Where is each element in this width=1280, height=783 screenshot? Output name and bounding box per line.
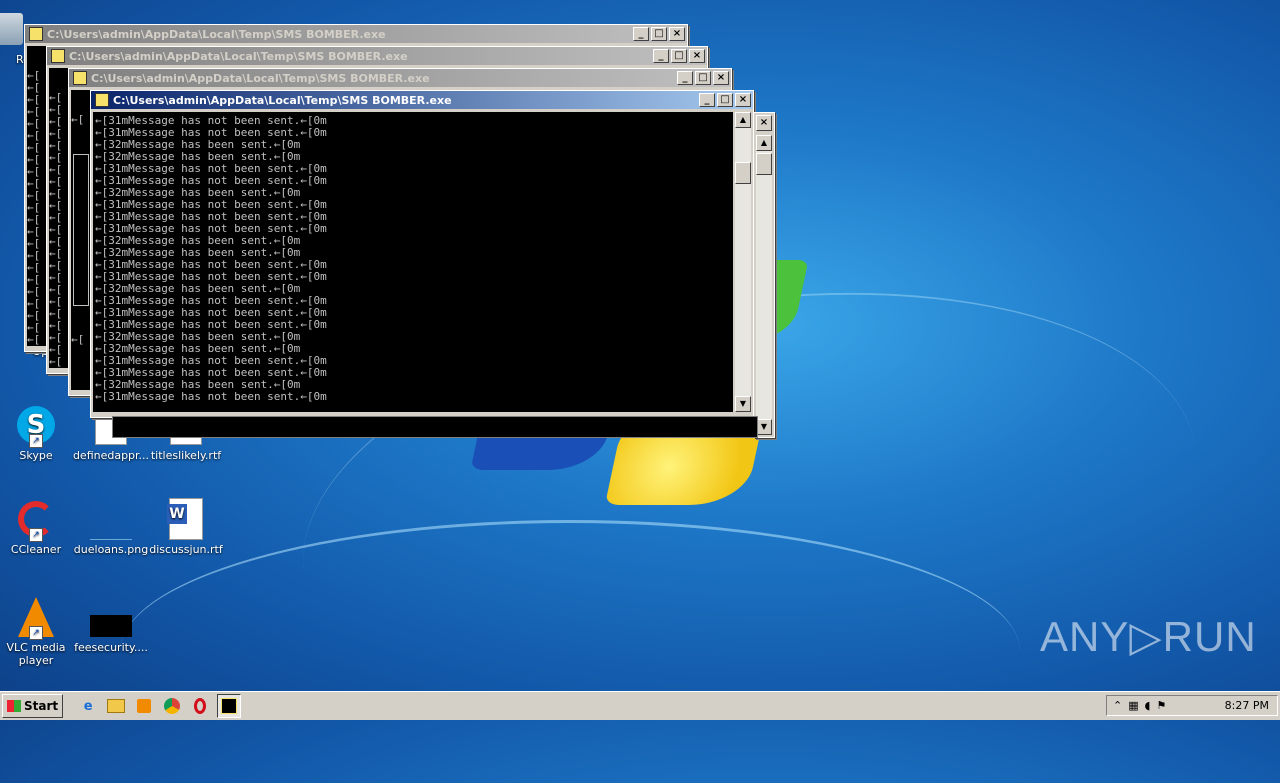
vlc-icon: ↗ [15, 596, 57, 640]
system-tray: ⌃ ▦ ◖ ⚑ 8:27 PM [1106, 695, 1278, 716]
window-titlebar[interactable]: C:\Users\admin\AppData\Local\Temp\SMS BO… [69, 69, 731, 87]
close-button[interactable]: × [669, 27, 685, 41]
scroll-thumb[interactable] [756, 153, 772, 175]
console-output[interactable]: ←[31mMessage has not been sent.←[0m ←[31m… [93, 112, 733, 412]
maximize-button[interactable]: □ [651, 27, 667, 41]
minimize-button[interactable]: _ [677, 71, 693, 85]
image-file-icon [90, 498, 132, 540]
console-window-right-edge[interactable]: × ▲ ▼ [754, 112, 775, 438]
chrome-icon[interactable] [161, 695, 183, 717]
desktop-icon-label: feesecurity.... [74, 641, 148, 654]
window-title: C:\Users\admin\AppData\Local\Temp\SMS BO… [47, 27, 386, 41]
close-button[interactable]: × [689, 49, 705, 63]
scroll-down-button[interactable]: ▼ [756, 419, 772, 435]
desktop-icon-feesecurity[interactable]: feesecurity.... [71, 596, 151, 654]
maximize-button[interactable]: □ [695, 71, 711, 85]
minimize-button[interactable]: _ [699, 93, 715, 107]
close-button[interactable]: × [756, 115, 772, 131]
console-window-active[interactable]: C:\Users\admin\AppData\Local\Temp\SMS BO… [90, 90, 754, 418]
maximize-button[interactable]: □ [671, 49, 687, 63]
desktop-icon-label: VLC media player [6, 641, 66, 667]
window-titlebar[interactable]: C:\Users\admin\AppData\Local\Temp\SMS BO… [91, 91, 753, 109]
media-player-icon[interactable] [133, 695, 155, 717]
vertical-scrollbar[interactable]: ▲ ▼ [756, 135, 772, 435]
window-title: C:\Users\admin\AppData\Local\Temp\SMS BO… [113, 93, 452, 107]
desktop-icon-skype[interactable]: S ↗ Skype [0, 404, 76, 462]
console-line: ←[31mMessage has not been sent.←[0m [95, 390, 327, 403]
console-app-icon [29, 27, 43, 41]
minimize-button[interactable]: _ [633, 27, 649, 41]
window-title: C:\Users\admin\AppData\Local\Temp\SMS BO… [69, 49, 408, 63]
scroll-thumb[interactable] [735, 162, 751, 184]
opera-icon[interactable] [189, 695, 211, 717]
desktop-icon-label: dueloans.png [73, 543, 149, 556]
console-output-strip: ←[ ←[ Ph [71, 90, 91, 390]
clock[interactable]: 8:27 PM [1225, 699, 1269, 712]
windows-flag-icon [7, 700, 21, 712]
start-button[interactable]: Start [2, 694, 64, 718]
ccleaner-icon: ↗ [15, 498, 57, 542]
scroll-down-button[interactable]: ▼ [735, 396, 751, 412]
console-app-icon [73, 71, 87, 85]
maximize-button[interactable]: □ [717, 93, 733, 107]
vertical-scrollbar[interactable]: ▲ ▼ [735, 112, 751, 412]
start-label: Start [24, 699, 59, 713]
console-app-icon [51, 49, 65, 63]
console-line: ←[ [71, 113, 85, 126]
network-icon[interactable]: ▦ [1128, 699, 1138, 712]
scroll-up-button[interactable]: ▲ [735, 112, 751, 128]
desktop-icon-label: Skype [19, 449, 53, 462]
close-button[interactable]: × [713, 71, 729, 85]
console-output-strip: ←[←[←[←[←[←[←[←[←[←[←[←[←[←[←[←[←[←[←[←[… [49, 68, 69, 368]
show-hidden-icons-icon[interactable]: ⌃ [1113, 699, 1122, 712]
console-taskbar-button[interactable] [217, 694, 242, 718]
desktop-icon-label: titleslikely.rtf [150, 449, 222, 462]
quick-launch: e [77, 694, 242, 718]
window-title: C:\Users\admin\AppData\Local\Temp\SMS BO… [91, 71, 430, 85]
scroll-up-button[interactable]: ▲ [756, 135, 772, 151]
close-button[interactable]: × [735, 93, 751, 107]
action-center-flag-icon[interactable]: ⚑ [1156, 699, 1166, 712]
console-app-icon [95, 93, 109, 107]
word-document-icon: W [165, 498, 207, 540]
file-icon [90, 596, 132, 638]
skype-icon: S ↗ [15, 404, 57, 448]
minimize-button[interactable]: _ [653, 49, 669, 63]
desktop-icon-discussjun[interactable]: W discussjun.rtf [146, 498, 226, 556]
console-window-bottom-edge [112, 416, 758, 438]
explorer-folder-icon[interactable] [105, 695, 127, 717]
console-line: ←[ [71, 333, 85, 346]
desktop-icon-ccleaner[interactable]: ↗ CCleaner [0, 498, 76, 556]
desktop-icon-vlc[interactable]: ↗ VLC media player [0, 596, 76, 667]
console-box-art [73, 154, 89, 306]
anyrun-watermark: ANY▷RUN [1040, 613, 1257, 660]
volume-icon[interactable]: ◖ [1145, 699, 1151, 712]
console-output-strip: ←[←[←[←[←[←[←[←[←[←[←[←[←[←[←[←[←[←[←[←[… [27, 46, 47, 346]
window-titlebar[interactable]: C:\Users\admin\AppData\Local\Temp\SMS BO… [47, 47, 707, 65]
internet-explorer-icon[interactable]: e [77, 695, 99, 717]
window-titlebar[interactable]: C:\Users\admin\AppData\Local\Temp\SMS BO… [25, 25, 687, 43]
desktop-icon-dueloans[interactable]: dueloans.png [71, 498, 151, 556]
desktop-icon-label: CCleaner [10, 543, 62, 556]
desktop-icon-label: discussjun.rtf [149, 543, 223, 556]
taskbar: Start e ⌃ ▦ ◖ ⚑ 8:27 PM [0, 691, 1280, 720]
desktop-icon-label: definedappr... [72, 449, 150, 462]
wallpaper-swoosh [120, 520, 1020, 783]
